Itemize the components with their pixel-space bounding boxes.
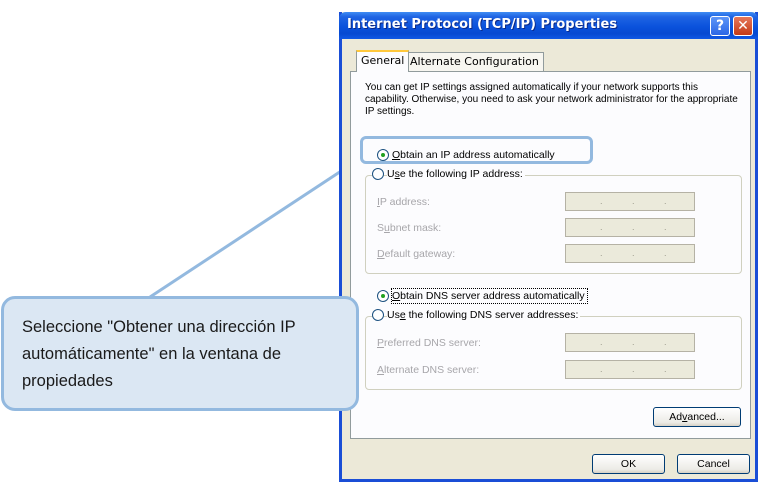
- preferred-dns-label: Preferred DNS server:: [377, 337, 481, 349]
- cancel-button[interactable]: Cancel: [677, 454, 750, 474]
- subnet-mask-label: Subnet mask:: [377, 222, 442, 234]
- title-bar[interactable]: Internet Protocol (TCP/IP) Properties ? …: [339, 12, 758, 39]
- advanced-button[interactable]: Advanced...: [653, 407, 741, 427]
- callout-text: Seleccione "Obtener una dirección IP aut…: [22, 318, 296, 390]
- ok-button[interactable]: OK: [592, 454, 665, 474]
- close-icon: ✕: [737, 18, 749, 34]
- instruction-callout: Seleccione "Obtener una dirección IP aut…: [1, 296, 359, 411]
- use-following-ip-label[interactable]: Use the following IP address:: [387, 167, 525, 181]
- obtain-dns-auto-label[interactable]: Obtain DNS server address automatically: [391, 288, 588, 304]
- ip-address-field: ...: [565, 192, 695, 211]
- default-gateway-label: Default gateway:: [377, 248, 456, 260]
- obtain-dns-auto-radio[interactable]: [377, 290, 389, 302]
- close-button[interactable]: ✕: [733, 16, 753, 36]
- default-gateway-field: ...: [565, 244, 695, 263]
- subnet-mask-field: ...: [565, 218, 695, 237]
- option-highlight-frame: [360, 136, 593, 164]
- alternate-dns-field: ...: [565, 360, 695, 379]
- ip-address-label: IP address:: [377, 196, 430, 208]
- window-title: Internet Protocol (TCP/IP) Properties: [347, 17, 618, 32]
- help-icon: ?: [715, 18, 725, 34]
- preferred-dns-field: ...: [565, 333, 695, 352]
- general-tab-panel: You can get IP settings assigned automat…: [350, 71, 751, 439]
- use-following-dns-radio[interactable]: [372, 309, 384, 321]
- description-text: You can get IP settings assigned automat…: [365, 82, 738, 117]
- alternate-dns-label: Alternate DNS server:: [377, 364, 480, 376]
- tab-general[interactable]: General: [356, 50, 410, 72]
- help-button[interactable]: ?: [710, 16, 730, 36]
- tab-alternate-configuration[interactable]: Alternate Configuration: [405, 52, 544, 72]
- use-following-ip-radio[interactable]: [372, 168, 384, 180]
- tcpip-properties-dialog: Internet Protocol (TCP/IP) Properties ? …: [339, 12, 758, 482]
- use-following-dns-label[interactable]: Use the following DNS server addresses:: [387, 308, 581, 322]
